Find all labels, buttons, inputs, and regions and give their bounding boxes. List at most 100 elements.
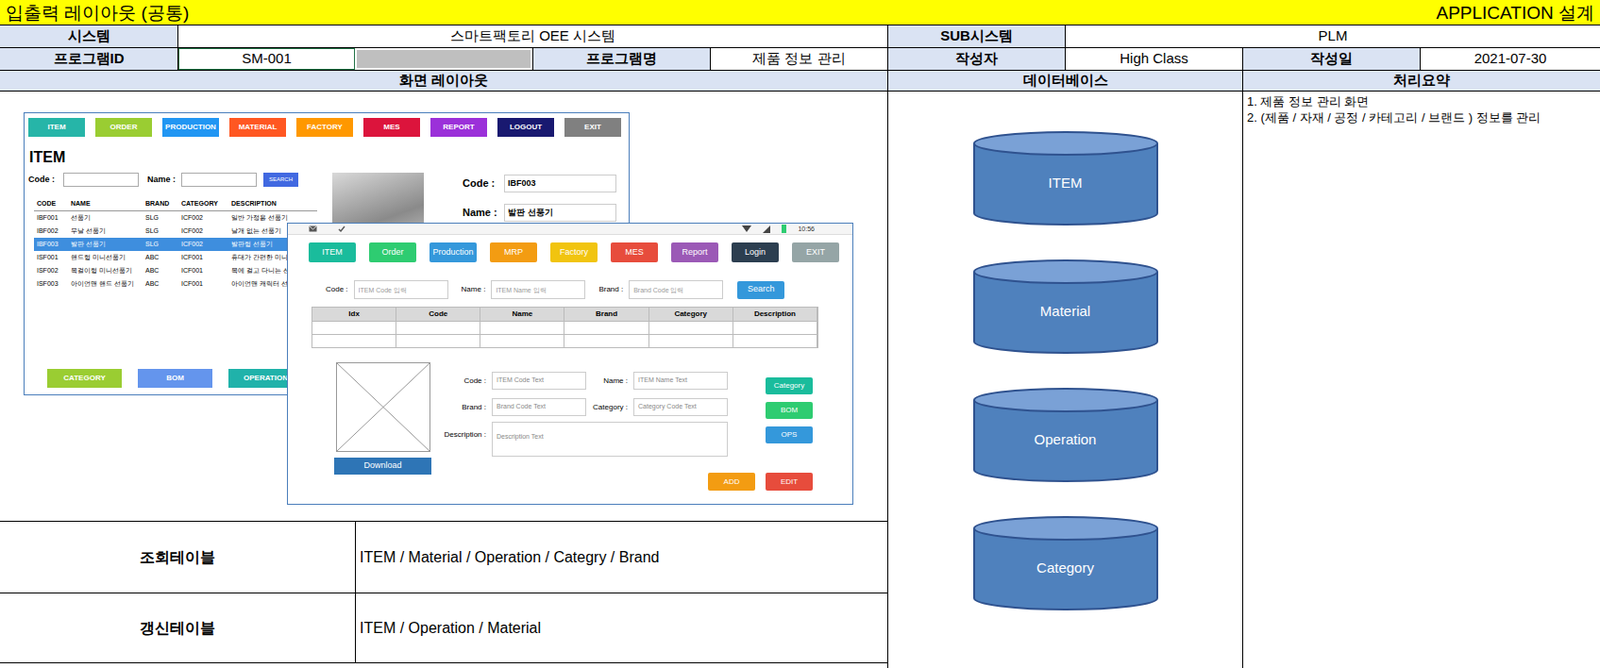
field-label: Name : — [461, 284, 487, 296]
text-field[interactable]: ITEM Name Text — [633, 371, 728, 390]
table-cell: 목걸이형 미니선풍기 — [67, 266, 143, 277]
table-cell: ABC — [142, 266, 179, 277]
nav-bar: ITEM Order Production MRP Factory MES Report Lo… — [308, 242, 853, 263]
column-header: NAME — [67, 199, 143, 210]
table-row[interactable] — [312, 320, 818, 335]
label-cell: 프로그램ID — [0, 48, 179, 70]
table-cell: 아이언맨 핸드 선풍기 — [67, 279, 143, 290]
table-row[interactable]: IBF001선풍기SLGICF002일반 가정용 선풍기 — [33, 211, 318, 225]
info-row: 프로그램ID SM-001 프로그램명 제품 정보 관리 작성자 High Cl… — [0, 48, 1600, 71]
table-row[interactable] — [312, 334, 818, 348]
nav-button[interactable]: Production — [429, 242, 477, 263]
database-cylinder: Material — [972, 258, 1160, 355]
label-cell: 시스템 — [0, 25, 179, 48]
column-header: Category — [649, 307, 734, 321]
nav-button[interactable]: Order — [369, 242, 417, 263]
summary-line: 2. (제품 / 자재 / 공정 / 카테고리 / 브랜드 ) 정보를 관리 — [1246, 109, 1600, 126]
database-label: Category — [1036, 557, 1095, 580]
item-table: CODENAMEBRANDCATEGORYDESCRIPTION IBF001선… — [33, 198, 318, 291]
search-field: Code : — [325, 280, 449, 300]
field-label: Description : — [434, 421, 492, 441]
nav-button[interactable]: MRP — [489, 242, 538, 263]
nav-button[interactable]: MES — [363, 117, 421, 137]
search-input[interactable] — [490, 280, 586, 300]
nav-button[interactable]: EXIT — [791, 242, 840, 263]
detail-row: Code : IBF003 — [462, 174, 617, 193]
search-button[interactable]: SEARCH — [263, 172, 299, 187]
action-button[interactable]: ADD — [707, 472, 756, 491]
text-field[interactable]: Brand Code Text — [491, 398, 587, 417]
nav-button[interactable]: Factory — [550, 242, 598, 263]
table-row[interactable]: ISF002목걸이형 미니선풍기ABCICF001목에 걸고 다니는 선풍 — [33, 264, 318, 278]
table-cell — [649, 335, 734, 348]
redacted-cell — [354, 48, 534, 70]
download-button[interactable]: Download — [334, 457, 432, 475]
nav-button[interactable]: FACTORY — [296, 117, 354, 137]
nav-button[interactable]: MATERIAL — [229, 117, 287, 137]
table-row[interactable]: IBF002무날 선풍기SLGICF002날개 없는 선풍기 — [33, 224, 318, 238]
nav-button[interactable]: ITEM — [308, 242, 356, 263]
nav-button[interactable]: Login — [731, 242, 779, 263]
search-row: Code : Name : Brand : Search — [325, 280, 853, 300]
table-cell: ISF001 — [33, 252, 68, 264]
list-panel: ITEM Code : Name : SEARCH CODENAMEBRANDC… — [28, 148, 331, 291]
detail-row: Name : 발판 선풍기 — [462, 203, 617, 222]
table-cell: 선풍기 — [67, 213, 143, 224]
description-field[interactable]: Description Text — [491, 421, 728, 457]
status-right: 10:56 — [741, 224, 815, 234]
search-button[interactable]: Search — [737, 281, 785, 300]
action-button[interactable]: EDIT — [765, 472, 813, 491]
action-button[interactable]: CATEGORY — [47, 369, 122, 388]
text-field[interactable]: Category Code Text — [633, 398, 728, 417]
table-row[interactable]: IBF003발판 선풍기SLGICF002발판형 선풍기 — [33, 237, 318, 252]
image-placeholder-icon — [336, 362, 431, 453]
nav-button[interactable]: REPORT — [430, 117, 488, 137]
table-cell — [733, 335, 818, 348]
wifi-icon — [741, 225, 752, 233]
nav-button[interactable]: MES — [610, 242, 658, 263]
nav-button[interactable]: PRODUCTION — [162, 117, 219, 137]
value-cell: 2021-07-30 — [1420, 48, 1600, 70]
nav-button[interactable]: ITEM — [28, 117, 85, 137]
field-label: Name : — [462, 204, 505, 221]
side-button[interactable]: OPS — [765, 426, 813, 444]
database-cylinder: Operation — [972, 387, 1160, 484]
table-cell: SLG — [142, 213, 179, 224]
value-cell: High Class — [1065, 48, 1244, 70]
action-button[interactable]: BOM — [137, 369, 213, 388]
code-field[interactable]: IBF003 — [504, 174, 617, 193]
section-header: 처리요약 — [1243, 70, 1600, 91]
search-fields: Code : Name : Brand : — [325, 280, 724, 300]
column-header: Code — [396, 307, 481, 321]
section-header: 화면 레이아웃 — [0, 70, 889, 91]
column-header: Description — [733, 307, 818, 321]
label-cell: 프로그램명 — [533, 48, 711, 70]
nav-button[interactable]: LOGOUT — [497, 117, 555, 137]
side-button[interactable]: Category — [765, 377, 813, 395]
table-row[interactable]: ISF001핸드형 미니선풍기ABCICF001휴대가 간편한 미니 선 — [33, 251, 318, 265]
nav-button[interactable]: EXIT — [564, 117, 622, 137]
search-input[interactable] — [628, 280, 724, 300]
code-input[interactable] — [63, 172, 139, 187]
side-button[interactable]: BOM — [765, 402, 813, 420]
column-header: Brand — [564, 307, 649, 321]
usage-label: 갱신테이블 — [0, 593, 356, 663]
search-input[interactable] — [353, 280, 449, 300]
table-cell: SLG — [142, 226, 179, 237]
field-label: Brand : — [598, 284, 624, 296]
table-cell: ICF001 — [178, 252, 229, 264]
fields-grid: Code :ITEM Code TextName :ITEM Name Text… — [434, 371, 728, 417]
text-field[interactable]: ITEM Code Text — [491, 371, 587, 390]
nav-button[interactable]: ORDER — [95, 117, 152, 137]
name-input[interactable] — [181, 172, 257, 187]
clock: 10:56 — [797, 225, 815, 233]
table-row[interactable]: ISF003아이언맨 핸드 선풍기ABCICF001아이언맨 캐릭터 선풍 — [33, 277, 318, 291]
table-cell: IBF002 — [33, 226, 68, 237]
table-cell — [396, 335, 481, 348]
status-bar: 10:56 — [287, 223, 853, 236]
table-cell: ICF002 — [178, 213, 229, 224]
action-buttons: ADD EDIT — [434, 472, 813, 491]
name-field[interactable]: 발판 선풍기 — [504, 203, 617, 222]
nav-button[interactable]: Report — [671, 242, 719, 263]
database-column: ITEMMaterialOperationCategory — [888, 91, 1244, 668]
